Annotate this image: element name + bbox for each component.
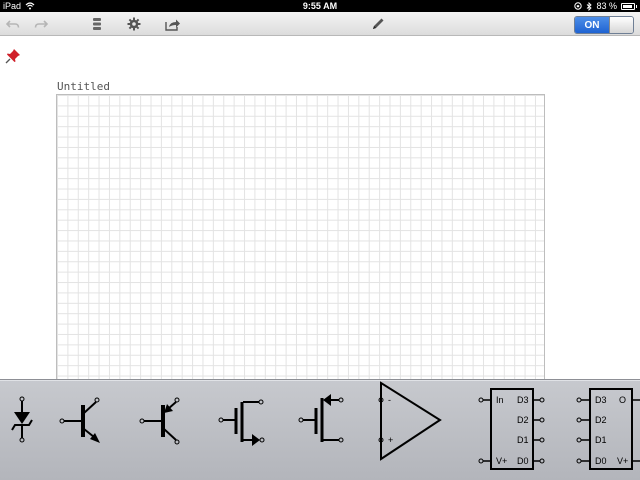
dac-icon: D3 O D2 D1 D0 V+: [576, 388, 640, 470]
redo-icon: [34, 20, 48, 28]
palette-n-mosfet[interactable]: [216, 380, 266, 480]
status-bar: iPad 9:55 AM 83 %: [0, 0, 640, 12]
dac-d0-label: D0: [595, 456, 607, 466]
op-amp-plus-label: +: [388, 435, 393, 445]
dac-vplus-label: V+: [617, 456, 628, 466]
zener-diode-icon: [11, 396, 33, 443]
battery-percent: 83 %: [596, 1, 617, 11]
sr-d0-label: D0: [517, 456, 529, 466]
document-title[interactable]: Untitled: [57, 80, 110, 93]
sr-d1-label: D1: [517, 435, 529, 445]
dac-d1-label: D1: [595, 435, 607, 445]
palette-p-mosfet[interactable]: [296, 380, 346, 480]
status-time: 9:55 AM: [302, 1, 338, 11]
palette-op-amp[interactable]: - +: [374, 380, 446, 480]
sr-d3-label: D3: [517, 395, 529, 405]
op-amp-icon: - +: [378, 381, 442, 461]
sr-d2-label: D2: [517, 415, 529, 425]
pencil-button[interactable]: [369, 15, 387, 33]
undo-button[interactable]: [4, 15, 22, 33]
library-icon: [93, 18, 101, 30]
rotation-lock-icon: [574, 2, 583, 10]
on-off-switch[interactable]: ON: [574, 16, 634, 34]
palette-pnp-transistor[interactable]: [136, 380, 186, 480]
bluetooth-icon: [587, 1, 593, 11]
library-button[interactable]: [88, 15, 106, 33]
pencil-icon: [373, 18, 384, 29]
dac-d2-label: D2: [595, 415, 607, 425]
switch-knob: [609, 17, 633, 33]
pnp-transistor-icon: [139, 397, 180, 445]
palette-npn-transistor[interactable]: [56, 380, 106, 480]
npn-transistor-icon: [59, 397, 100, 443]
op-amp-minus-label: -: [388, 395, 391, 405]
pushpin-icon[interactable]: [5, 48, 21, 64]
palette-shift-register[interactable]: In D3 D2 D1 V+ D0: [476, 380, 548, 480]
status-right: 83 %: [574, 0, 637, 12]
shift-register-icon: In D3 D2 D1 V+ D0: [478, 388, 545, 470]
battery-icon: [621, 2, 635, 10]
sr-vplus-label: V+: [496, 456, 507, 466]
palette-zener-diode[interactable]: [4, 380, 40, 480]
sr-in-label: In: [496, 395, 504, 405]
dac-d3-label: D3: [595, 395, 607, 405]
schematic-canvas[interactable]: [56, 94, 545, 384]
toolbar: [0, 12, 640, 36]
component-palette: - + In D3 D2 D1 V+ D0 D3 O D2 D1 D0 V+: [0, 379, 640, 480]
palette-dac[interactable]: D3 O D2 D1 D0 V+: [574, 380, 640, 480]
share-icon: [165, 19, 180, 31]
p-mosfet-icon: [298, 394, 344, 443]
gear-icon: [127, 17, 141, 31]
undo-icon: [6, 20, 20, 28]
switch-label: ON: [575, 17, 609, 33]
redo-button[interactable]: [32, 15, 50, 33]
settings-button[interactable]: [125, 15, 143, 33]
n-mosfet-icon: [218, 399, 265, 446]
dac-o-label: O: [619, 395, 626, 405]
share-button[interactable]: [164, 15, 182, 33]
